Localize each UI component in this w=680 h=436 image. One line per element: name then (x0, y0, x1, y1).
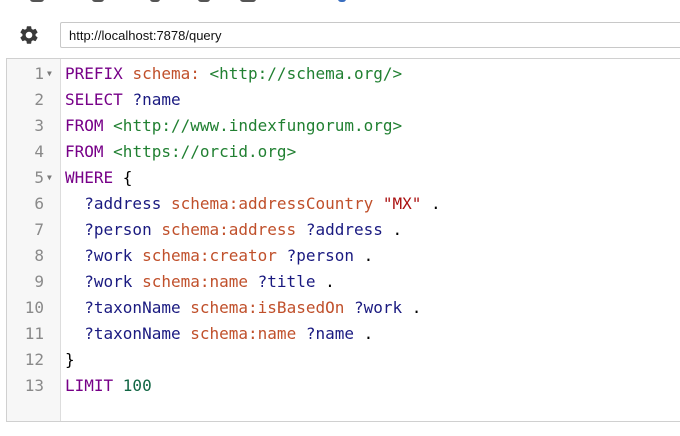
code-token: ?address (305, 220, 383, 239)
code-token: "MX" (382, 194, 422, 213)
code-token: <http://www.indexfungorum.org> (113, 116, 403, 135)
code-token: { (122, 168, 133, 187)
code-text: ?taxonName schema:name ?name . (65, 321, 373, 347)
code-line[interactable]: 13 LIMIT 100 (7, 373, 680, 399)
code-text: ?work schema:creator ?person . (65, 243, 373, 269)
clipped-text-fragment (30, 0, 44, 2)
code-token: LIMIT (65, 376, 123, 395)
line-number: 12 (24, 350, 44, 369)
code-text: ?work schema:name ?title . (65, 269, 335, 295)
line-number: 6 (34, 194, 44, 213)
code-line[interactable]: 10 ?taxonName schema:isBasedOn ?work . (7, 295, 680, 321)
code-token: ?name (305, 324, 354, 343)
line-number: 7 (34, 220, 44, 239)
fold-arrow-icon[interactable]: ▼ (47, 61, 52, 87)
code-line[interactable]: 5 ▼ WHERE { (7, 165, 680, 191)
query-editor[interactable]: 1 ▼ PREFIX schema: <http://schema.org/> 2 SE… (6, 58, 680, 422)
clipped-text-fragment (150, 0, 160, 2)
code-line[interactable]: 8 ?work schema:creator ?person . (7, 243, 680, 269)
code-token: schema:name (190, 324, 306, 343)
code-token: <https://orcid.org> (113, 142, 297, 161)
code-line[interactable]: 7 ?person schema:address ?address . (7, 217, 680, 243)
code-line[interactable]: 9 ?work schema:name ?title . (7, 269, 680, 295)
code-token: . (402, 298, 422, 317)
gear-icon[interactable] (18, 24, 40, 46)
clipped-text-fragment (240, 0, 256, 2)
code-token: ?name (132, 90, 181, 109)
code-text: WHERE { (65, 165, 132, 191)
code-token: ?person (286, 246, 354, 265)
code-line[interactable]: 2 SELECT ?name (7, 87, 680, 113)
code-line[interactable]: 11 ?taxonName schema:name ?name . (7, 321, 680, 347)
query-toolbar (0, 18, 680, 54)
code-line[interactable]: 1 ▼ PREFIX schema: <http://schema.org/> (7, 61, 680, 87)
endpoint-url-input[interactable] (60, 22, 680, 48)
code-token: SELECT (65, 90, 133, 109)
clipped-text-fragment (92, 0, 104, 2)
code-token: ?person (84, 220, 162, 239)
line-number: 11 (24, 324, 44, 343)
code-text: FROM <https://orcid.org> (65, 139, 296, 165)
fold-arrow-icon[interactable]: ▼ (47, 165, 52, 191)
code-text: ?address schema:addressCountry "MX" . (65, 191, 441, 217)
clipped-text-fragment (198, 0, 210, 2)
code-token: ?work (354, 298, 403, 317)
code-line[interactable]: 12} (7, 347, 680, 373)
clipped-link-fragment (338, 0, 346, 2)
code-token: FROM (65, 116, 114, 135)
code-token: . (354, 324, 374, 343)
line-number: 13 (24, 376, 44, 395)
line-number: 5 (34, 168, 44, 187)
code-token: . (421, 194, 441, 213)
code-token: schema:isBasedOn (190, 298, 354, 317)
code-token: schema:addressCountry (170, 194, 383, 213)
code-token: . (315, 272, 335, 291)
code-token: schema:creator (142, 246, 287, 265)
code-text: ?taxonName schema:isBasedOn ?work . (65, 295, 421, 321)
code-token: PREFIX (65, 64, 133, 83)
code-text: LIMIT 100 (65, 373, 152, 399)
code-token: schema:name (142, 272, 258, 291)
line-number: 8 (34, 246, 44, 265)
code-token: ?address (84, 194, 171, 213)
clipped-header-strip (0, 0, 680, 6)
code-token: ?taxonName (84, 298, 191, 317)
code-token: ?title (257, 272, 316, 291)
code-text: SELECT ?name (65, 87, 181, 113)
code-token: ?work (84, 272, 143, 291)
code-token: schema:address (161, 220, 306, 239)
code-token: schema: (132, 64, 210, 83)
code-text: PREFIX schema: <http://schema.org/> (65, 61, 402, 87)
code-text: FROM <http://www.indexfungorum.org> (65, 113, 402, 139)
line-number: 1 (34, 64, 44, 83)
line-number: 10 (24, 298, 44, 317)
code-token: 100 (122, 376, 152, 395)
code-token: <http://schema.org/> (209, 64, 403, 83)
code-token: . (382, 220, 403, 239)
code-line[interactable]: 6 ?address schema:addressCountry "MX" . (7, 191, 680, 217)
code-token: ?taxonName (84, 324, 191, 343)
code-token: . (354, 246, 374, 265)
code-token: } (65, 350, 75, 369)
code-text: ?person schema:address ?address . (65, 217, 402, 243)
line-number: 9 (34, 272, 44, 291)
code-line[interactable]: 3 FROM <http://www.indexfungorum.org> (7, 113, 680, 139)
code-token: FROM (65, 142, 114, 161)
code-line[interactable]: 4 FROM <https://orcid.org> (7, 139, 680, 165)
line-number: 4 (34, 142, 44, 161)
line-number: 3 (34, 116, 44, 135)
code-text: } (65, 347, 75, 373)
code-token: WHERE (65, 168, 123, 187)
line-number: 2 (34, 90, 44, 109)
code-token: ?work (84, 246, 143, 265)
